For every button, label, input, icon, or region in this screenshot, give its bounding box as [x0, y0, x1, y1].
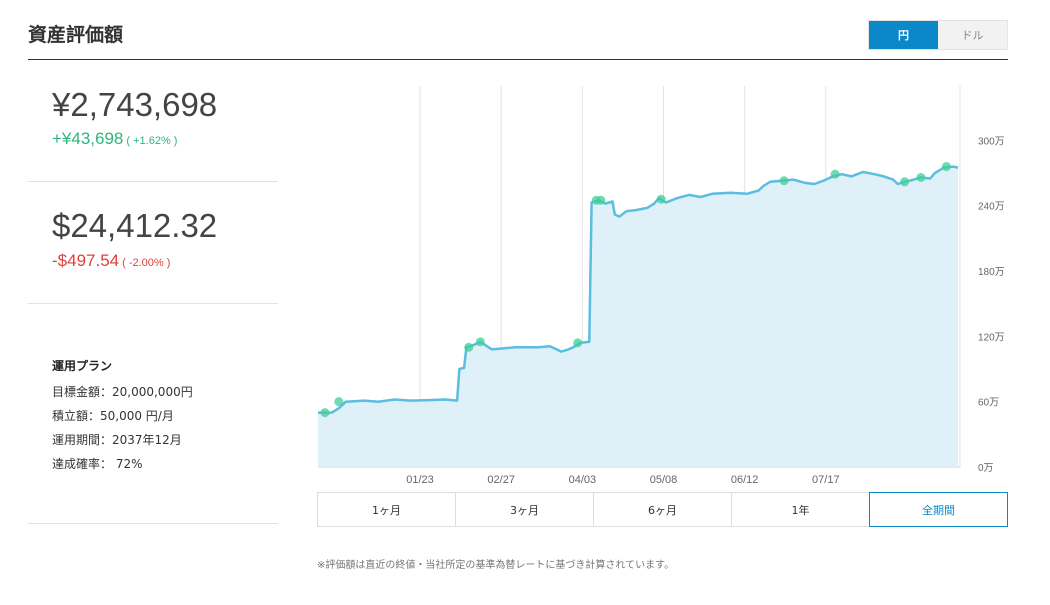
data-point-marker [334, 397, 344, 407]
data-point-marker [573, 338, 583, 348]
y-tick-label: 0万 [978, 463, 994, 474]
x-tick-label: 02/27 [487, 474, 515, 486]
x-tick-label: 05/08 [650, 474, 678, 486]
footnote: ※評価額は直近の終値・当社所定の基準為替レートに基づき計算されています。 [317, 560, 675, 571]
y-tick-label: 60万 [978, 398, 999, 409]
data-point-marker [916, 172, 926, 182]
x-tick-label: 04/03 [569, 474, 597, 486]
y-tick-label: 120万 [978, 332, 1005, 343]
x-tick-label: 07/17 [812, 474, 840, 486]
data-point-marker [941, 162, 951, 172]
y-tick-label: 240万 [978, 202, 1005, 213]
x-tick-label: 01/23 [406, 474, 434, 486]
data-point-marker [475, 337, 485, 347]
y-tick-label: 180万 [978, 267, 1005, 278]
data-point-marker [779, 176, 789, 186]
series-area [318, 166, 958, 467]
range-tabs[interactable]: 1ヶ月 3ヶ月 6ヶ月 1年 全期間 [317, 492, 1008, 527]
data-point-marker [656, 194, 666, 204]
data-point-marker [830, 169, 840, 179]
data-point-marker [900, 177, 910, 187]
range-tab-6months[interactable]: 6ヶ月 [593, 492, 731, 527]
range-tab-3months[interactable]: 3ヶ月 [455, 492, 593, 527]
data-point-marker [320, 408, 330, 418]
data-point-marker [596, 195, 606, 205]
range-tab-1month[interactable]: 1ヶ月 [317, 492, 455, 527]
range-tab-1year[interactable]: 1年 [731, 492, 869, 527]
range-tab-all[interactable]: 全期間 [869, 492, 1008, 527]
data-point-marker [464, 342, 474, 352]
y-tick-label: 300万 [978, 136, 1005, 147]
x-tick-label: 06/12 [731, 474, 759, 486]
